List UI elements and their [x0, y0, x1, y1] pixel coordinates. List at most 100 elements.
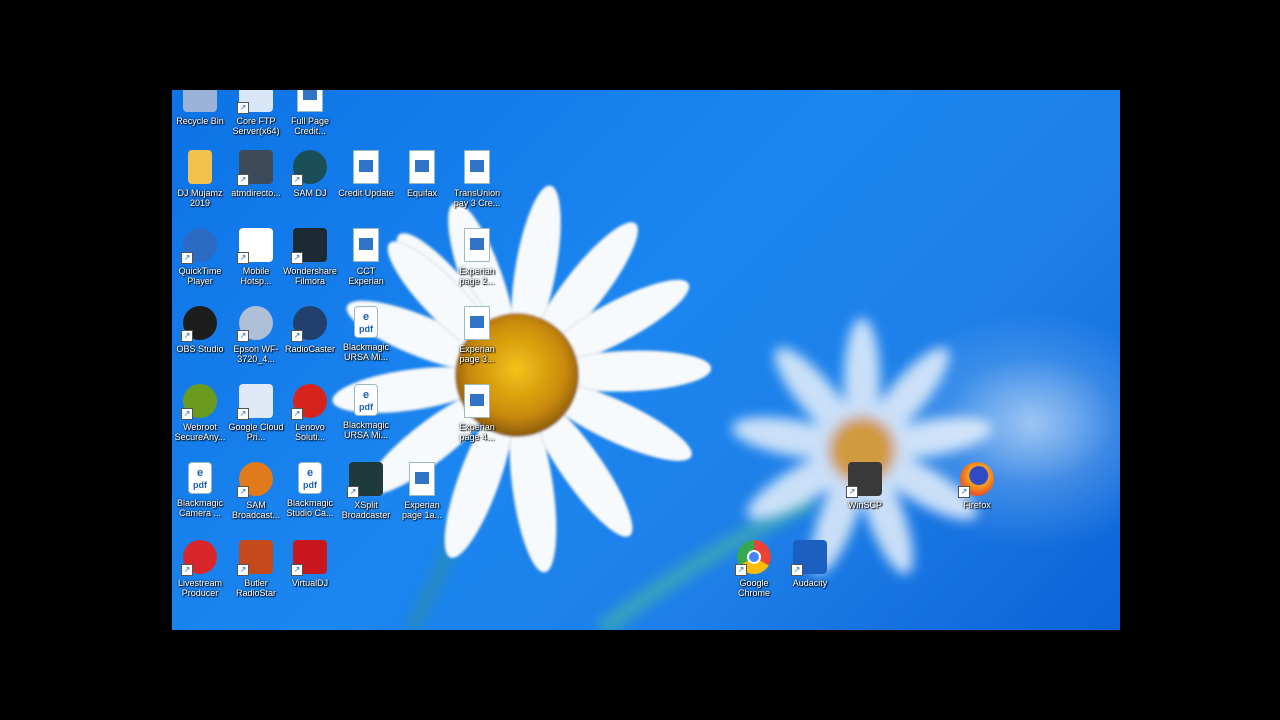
monitor-icon: ↗: [237, 150, 273, 186]
pdf-icon: e pdf: [354, 306, 378, 338]
desktop-icon-label: TransUnion pay 3 Cre...: [453, 188, 501, 208]
desktop-icon-label: Webroot SecureAny...: [174, 422, 226, 442]
desktop-icon-label: VirtualDJ: [291, 578, 329, 588]
desktop-icon[interactable]: ↗ Google Cloud Pri...: [228, 384, 284, 442]
desktop-icon[interactable]: ↗ WinSCP: [837, 462, 893, 510]
pdf-icon: e pdf: [188, 462, 212, 494]
printer-icon: ↗: [237, 306, 273, 342]
desktop-icon-label: Equifax: [406, 188, 438, 198]
desktop-icon[interactable]: ↗ VirtualDJ: [282, 540, 338, 588]
desktop-icon[interactable]: ↗ OBS Studio: [172, 306, 228, 354]
desktop-icon-label: Firefox: [963, 500, 991, 510]
desktop-icon[interactable]: Equifax: [394, 150, 450, 198]
desktop-icon[interactable]: e pdf Blackmagic Studio Ca...: [282, 462, 338, 518]
desktop-icon-label: Experian page 3...: [459, 344, 495, 364]
document-icon: [353, 228, 379, 262]
desktop-icon-label: Google Chrome: [737, 578, 770, 598]
shortcut-arrow-icon: ↗: [181, 330, 193, 342]
desktop-icon-label: Wondershare Filmora: [283, 266, 337, 286]
desktop-icon[interactable]: e pdf Blackmagic URSA Mi...: [338, 306, 394, 362]
shortcut-arrow-icon: ↗: [237, 564, 249, 576]
desktop-icon[interactable]: ↗ Butler RadioStar: [228, 540, 284, 598]
desktop-icon-label: CCT Experian: [348, 266, 384, 286]
desktop-icon[interactable]: e pdf Blackmagic URSA Mi...: [338, 384, 394, 440]
shortcut-arrow-icon: ↗: [181, 252, 193, 264]
webroot-icon: ↗: [181, 384, 217, 420]
desktop-icon-label: XSplit Broadcaster: [341, 500, 391, 520]
desktop-icon[interactable]: Full Page Credit...: [282, 90, 338, 136]
desktop-icon[interactable]: ↗ XSplit Broadcaster: [338, 462, 394, 520]
shortcut-arrow-icon: ↗: [237, 252, 249, 264]
desktop[interactable]: Recycle Bin ↗ Core FTP Server(x64) Full Pag…: [172, 90, 1120, 630]
firefox-icon: ↗: [958, 462, 994, 498]
desktop-icon-label: Blackmagic URSA Mi...: [342, 420, 389, 440]
desktop-icon[interactable]: ↗ atmdirecto...: [228, 150, 284, 198]
ftp-server-icon: ↗: [237, 90, 273, 114]
shortcut-arrow-icon: ↗: [735, 564, 747, 576]
audacity-icon: ↗: [791, 540, 827, 576]
desktop-icon[interactable]: Experian page 4...: [449, 384, 505, 442]
desktop-icon-label: Mobile Hotsp...: [240, 266, 272, 286]
desktop-icon[interactable]: Credit Update: [338, 150, 394, 198]
desktop-icon[interactable]: ↗ Google Chrome: [726, 540, 782, 598]
desktop-icon-label: WinSCP: [847, 500, 882, 510]
shortcut-arrow-icon: ↗: [291, 174, 303, 186]
desktop-icon[interactable]: ↗ Audacity: [782, 540, 838, 588]
desktop-icon[interactable]: ↗ Livestream Producer: [172, 540, 228, 598]
document-icon: [297, 90, 323, 112]
desktop-icon[interactable]: ↗ Wondershare Filmora: [282, 228, 338, 286]
desktop-icon[interactable]: ↗ QuickTime Player: [172, 228, 228, 286]
shortcut-arrow-icon: ↗: [291, 408, 303, 420]
virtualdj-icon: ↗: [291, 540, 327, 576]
desktop-icon[interactable]: ↗ Lenovo Soluti...: [282, 384, 338, 442]
desktop-icon-label: Google Cloud Pri...: [228, 422, 284, 442]
desktop-icon[interactable]: DJ Mujamz 2019: [172, 150, 228, 208]
desktop-icon[interactable]: ↗ Webroot SecureAny...: [172, 384, 228, 442]
desktop-icon[interactable]: Experian page 1a...: [394, 462, 450, 520]
desktop-icon[interactable]: Experian page 3...: [449, 306, 505, 364]
document-icon: [353, 150, 379, 184]
document-icon: [409, 462, 435, 496]
lenovo-icon: ↗: [291, 384, 327, 420]
shortcut-arrow-icon: ↗: [791, 564, 803, 576]
desktop-icon[interactable]: Experian page 2...: [449, 228, 505, 286]
shortcut-arrow-icon: ↗: [347, 486, 359, 498]
desktop-icon-label: Butler RadioStar: [235, 578, 277, 598]
recycle-bin-icon: [183, 90, 217, 112]
shortcut-arrow-icon: ↗: [958, 486, 970, 498]
quicktime-icon: ↗: [181, 228, 217, 264]
obs-icon: ↗: [181, 306, 217, 342]
desktop-icon[interactable]: ↗ RadioCaster: [282, 306, 338, 354]
document-icon: [464, 384, 490, 418]
desktop-icon[interactable]: e pdf Blackmagic Camera ...: [172, 462, 228, 518]
pdf-icon: e pdf: [354, 384, 378, 416]
desktop-icon-label: QuickTime Player: [178, 266, 222, 286]
shortcut-arrow-icon: ↗: [846, 486, 858, 498]
chrome-icon: ↗: [735, 540, 771, 576]
desktop-icon[interactable]: ↗ SAM DJ: [282, 150, 338, 198]
desktop-icon[interactable]: ↗ Mobile Hotsp...: [228, 228, 284, 286]
radiostar-icon: ↗: [237, 540, 273, 576]
shortcut-arrow-icon: ↗: [237, 486, 249, 498]
document-icon: [464, 150, 490, 184]
desktop-icon-label: Blackmagic Studio Ca...: [286, 498, 334, 518]
shortcut-arrow-icon: ↗: [237, 330, 249, 342]
desktop-icon-label: Experian page 1a...: [401, 500, 443, 520]
satellite-icon: ↗: [291, 306, 327, 342]
desktop-icon[interactable]: Recycle Bin: [172, 90, 228, 126]
desktop-icon-label: Blackmagic Camera ...: [176, 498, 223, 518]
desktop-icon[interactable]: TransUnion pay 3 Cre...: [449, 150, 505, 208]
desktop-icon-label: Recycle Bin: [176, 116, 224, 126]
desktop-icon-label: Credit Update: [338, 188, 394, 198]
desktop-icon[interactable]: ↗ Firefox: [949, 462, 1005, 510]
desktop-icon-label: Experian page 2...: [459, 266, 495, 286]
desktop-icon[interactable]: ↗ SAM Broadcast...: [228, 462, 284, 520]
shortcut-arrow-icon: ↗: [181, 408, 193, 420]
document-icon: [464, 228, 490, 262]
folder-icon: [188, 150, 212, 184]
desktop-icon[interactable]: ↗ Epson WF-3720_4...: [228, 306, 284, 364]
desktop-icon[interactable]: CCT Experian: [338, 228, 394, 286]
desktop-icon[interactable]: ↗ Core FTP Server(x64): [228, 90, 284, 136]
desktop-icon-label: Core FTP Server(x64): [232, 116, 280, 136]
sam-broadcaster-icon: ↗: [237, 462, 273, 498]
